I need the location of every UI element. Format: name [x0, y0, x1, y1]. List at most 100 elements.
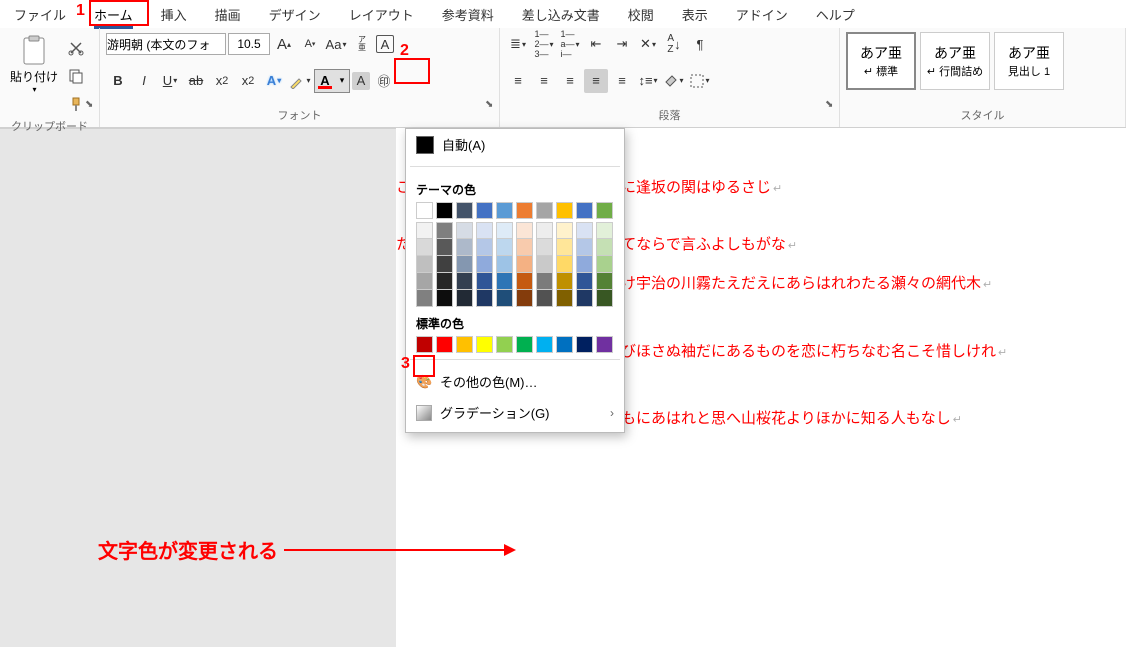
color-swatch[interactable] [536, 290, 553, 307]
character-border-button[interactable]: A [376, 35, 394, 53]
color-swatch[interactable] [416, 336, 433, 353]
color-swatch[interactable] [456, 336, 473, 353]
color-swatch[interactable] [476, 222, 493, 239]
bold-button[interactable]: B [106, 69, 130, 93]
tab-6[interactable]: 参考資料 [428, 1, 508, 28]
multilevel-list-button[interactable]: 1—a—i—▾ [558, 32, 582, 56]
color-swatch[interactable] [516, 336, 533, 353]
color-swatch[interactable] [456, 202, 473, 219]
font-color-button[interactable]: A [315, 70, 335, 92]
color-swatch[interactable] [476, 202, 493, 219]
color-swatch[interactable] [516, 222, 533, 239]
color-swatch[interactable] [516, 273, 533, 290]
color-swatch[interactable] [496, 239, 513, 256]
asian-layout-button[interactable]: ✕▾ [636, 32, 660, 56]
color-swatch[interactable] [516, 202, 533, 219]
show-hide-marks-button[interactable]: ¶ [688, 32, 712, 56]
color-swatch[interactable] [436, 256, 453, 273]
color-swatch[interactable] [496, 273, 513, 290]
color-swatch[interactable] [596, 256, 613, 273]
tab-10[interactable]: アドイン [722, 1, 802, 28]
font-color-dropdown-arrow[interactable]: ▾ [335, 70, 349, 92]
distribute-button[interactable]: ≡ [610, 69, 634, 93]
color-swatch[interactable] [456, 273, 473, 290]
strikethrough-button[interactable]: ab [184, 69, 208, 93]
enclose-characters-button[interactable]: ㊞ [372, 69, 396, 93]
color-swatch[interactable] [516, 239, 533, 256]
highlight-button[interactable]: ▾ [288, 69, 312, 93]
color-swatch[interactable] [416, 202, 433, 219]
color-swatch[interactable] [596, 290, 613, 307]
line-spacing-button[interactable]: ↕≡▾ [636, 69, 660, 93]
change-case-button[interactable]: Aa▾ [324, 32, 348, 56]
color-swatch[interactable] [496, 290, 513, 307]
phonetic-guide-button[interactable]: ア亜 [350, 32, 374, 56]
character-shading-button[interactable]: A [352, 72, 370, 90]
color-swatch[interactable] [436, 336, 453, 353]
color-swatch[interactable] [576, 336, 593, 353]
color-swatch[interactable] [576, 256, 593, 273]
increase-indent-button[interactable]: ⇥ [610, 32, 634, 56]
paste-button[interactable]: 貼り付け ▾ [6, 32, 62, 96]
color-swatch[interactable] [496, 202, 513, 219]
style-card[interactable]: あア亜↵ 行間詰め [920, 32, 990, 90]
color-swatch[interactable] [456, 256, 473, 273]
font-name-select[interactable] [106, 33, 226, 55]
color-swatch[interactable] [496, 336, 513, 353]
numbering-button[interactable]: 1—2—3—▾ [532, 32, 556, 56]
color-swatch[interactable] [436, 202, 453, 219]
align-left-button[interactable]: ≡ [506, 69, 530, 93]
color-swatch[interactable] [536, 222, 553, 239]
tab-11[interactable]: ヘルプ [802, 1, 869, 28]
color-swatch[interactable] [576, 290, 593, 307]
color-swatch[interactable] [536, 273, 553, 290]
justify-button[interactable]: ≡ [584, 69, 608, 93]
color-swatch[interactable] [556, 256, 573, 273]
color-swatch[interactable] [596, 239, 613, 256]
superscript-button[interactable]: x2 [236, 69, 260, 93]
color-swatch[interactable] [536, 239, 553, 256]
color-swatch[interactable] [576, 202, 593, 219]
tab-5[interactable]: レイアウト [335, 1, 428, 28]
color-swatch[interactable] [416, 256, 433, 273]
color-swatch[interactable] [596, 222, 613, 239]
color-swatch[interactable] [476, 336, 493, 353]
decrease-indent-button[interactable]: ⇤ [584, 32, 608, 56]
color-swatch[interactable] [436, 273, 453, 290]
color-swatch[interactable] [476, 239, 493, 256]
tab-2[interactable]: 挿入 [147, 1, 201, 28]
tab-7[interactable]: 差し込み文書 [508, 1, 614, 28]
subscript-button[interactable]: x2 [210, 69, 234, 93]
gradient-item[interactable]: グラデーション(G) › [406, 397, 624, 428]
color-swatch[interactable] [556, 336, 573, 353]
font-color-split-button[interactable]: A ▾ [314, 69, 350, 93]
color-swatch[interactable] [436, 290, 453, 307]
color-swatch[interactable] [576, 239, 593, 256]
cut-button[interactable] [64, 36, 88, 60]
bullets-button[interactable]: ≣▾ [506, 32, 530, 56]
color-swatch[interactable] [496, 222, 513, 239]
color-swatch[interactable] [436, 239, 453, 256]
tab-4[interactable]: デザイン [255, 1, 335, 28]
color-swatch[interactable] [416, 273, 433, 290]
more-colors-item[interactable]: 🎨 その他の色(M)… [406, 366, 624, 397]
automatic-color-item[interactable]: 自動(A) [406, 129, 624, 160]
color-swatch[interactable] [516, 290, 533, 307]
color-swatch[interactable] [556, 239, 573, 256]
color-swatch[interactable] [536, 336, 553, 353]
color-swatch[interactable] [556, 222, 573, 239]
dialog-launcher-clipboard[interactable]: ⬊ [85, 99, 97, 111]
align-right-button[interactable]: ≡ [558, 69, 582, 93]
color-swatch[interactable] [416, 239, 433, 256]
color-swatch[interactable] [416, 222, 433, 239]
color-swatch[interactable] [536, 202, 553, 219]
style-card[interactable]: あア亜見出し 1 [994, 32, 1064, 90]
italic-button[interactable]: I [132, 69, 156, 93]
color-swatch[interactable] [476, 290, 493, 307]
shading-button[interactable]: ▾ [662, 69, 686, 93]
color-swatch[interactable] [576, 222, 593, 239]
color-swatch[interactable] [436, 222, 453, 239]
increase-font-button[interactable]: A▴ [272, 32, 296, 56]
decrease-font-button[interactable]: A▾ [298, 32, 322, 56]
color-swatch[interactable] [556, 202, 573, 219]
